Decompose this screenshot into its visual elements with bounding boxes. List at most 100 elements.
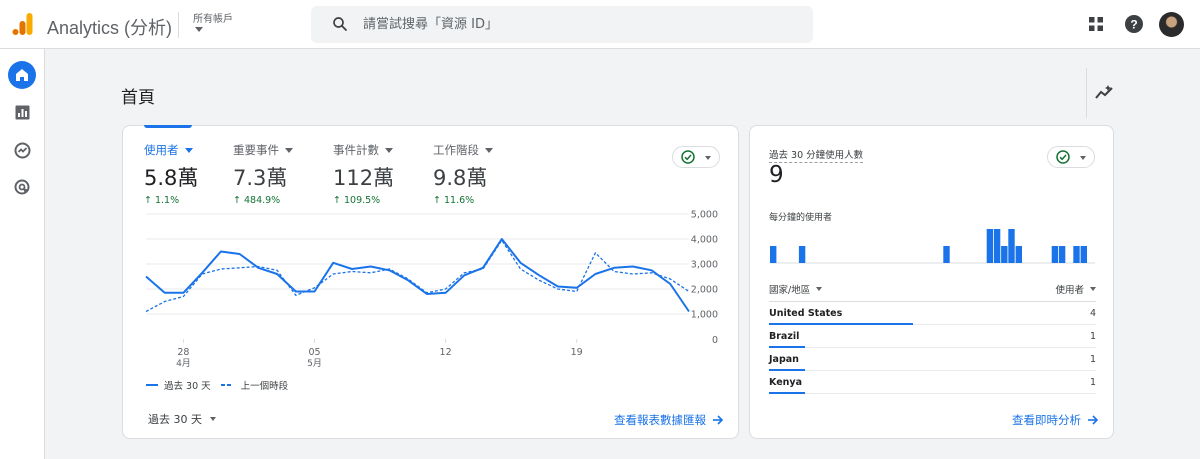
active-metric-indicator xyxy=(144,125,192,128)
arrow-up-icon: ↑ xyxy=(333,195,344,206)
country-name: Brazil xyxy=(769,330,800,342)
chevron-down-icon xyxy=(1090,286,1096,291)
series-line-current xyxy=(145,238,690,313)
minute-bar xyxy=(798,246,806,263)
minute-bar xyxy=(1058,246,1066,263)
x-tick-month: 4月 xyxy=(176,358,191,369)
top-bar: Analytics (分析) 所有帳戶 ? xyxy=(0,0,1200,49)
column-users[interactable]: 使用者 xyxy=(1055,282,1096,296)
app-title[interactable]: Analytics (分析) xyxy=(47,14,172,40)
home-icon xyxy=(16,69,28,81)
view-reports-link[interactable]: 查看報表數據匯報 xyxy=(614,412,724,428)
view-realtime-link[interactable]: 查看即時分析 xyxy=(1012,412,1099,428)
country-name: Kenya xyxy=(769,376,803,388)
metric-event-count[interactable]: 事件計數 112萬 ↑ 109.5% xyxy=(333,142,394,206)
chart-legend: 過去 30 天 上一個時段 xyxy=(146,378,288,392)
arrow-up-icon: ↑ xyxy=(433,195,444,206)
chevron-down-icon xyxy=(485,147,493,153)
explore-icon xyxy=(14,142,30,158)
date-range-select[interactable]: 過去 30 天 xyxy=(148,411,216,427)
analytics-logo-icon[interactable] xyxy=(11,12,35,36)
country-users: 1 xyxy=(1089,353,1096,365)
nav-home[interactable] xyxy=(8,61,36,89)
minute-bar xyxy=(1073,246,1080,263)
realtime-title[interactable]: 過去 30 分鐘使用人數 xyxy=(769,147,864,163)
nav-advertising[interactable] xyxy=(8,173,36,201)
per-minute-label: 每分鐘的使用者 xyxy=(769,213,833,223)
data-quality-pill[interactable] xyxy=(672,146,720,168)
chevron-down-icon xyxy=(385,147,393,153)
table-row[interactable]: United States 4 xyxy=(769,302,1096,325)
y-tick-label: 2,000 xyxy=(691,285,718,296)
view-reports-label: 查看報表數據匯報 xyxy=(614,413,706,427)
x-tick-label: 05 xyxy=(308,347,320,358)
minute-bar xyxy=(943,246,950,263)
apps-grid-icon[interactable] xyxy=(1089,17,1103,31)
x-tick-month: 5月 xyxy=(307,358,322,369)
metric-delta: 11.6% xyxy=(443,195,475,206)
series-line-previous xyxy=(145,239,690,313)
svg-text:?: ? xyxy=(1130,18,1137,32)
insights-divider xyxy=(1086,68,1087,118)
help-icon[interactable]: ? xyxy=(1125,15,1143,33)
y-tick-label: 4,000 xyxy=(691,235,718,246)
account-selector-label[interactable]: 所有帳戶 xyxy=(193,10,233,25)
nav-explore[interactable] xyxy=(8,136,36,164)
search-input[interactable] xyxy=(363,6,793,43)
arrow-right-icon xyxy=(713,415,724,425)
left-nav-rail xyxy=(0,49,45,459)
metric-delta: 484.9% xyxy=(243,195,281,206)
insights-icon[interactable] xyxy=(1095,84,1115,100)
legend-previous: 上一個時段 xyxy=(240,381,289,392)
minute-bar xyxy=(1008,229,1015,263)
metric-value: 112萬 xyxy=(333,166,395,190)
table-row[interactable]: Japan 1 xyxy=(769,348,1096,371)
minute-bar xyxy=(1001,246,1008,263)
view-realtime-label: 查看即時分析 xyxy=(1012,413,1081,427)
check-circle-icon xyxy=(1056,150,1070,164)
legend-swatch-solid xyxy=(146,384,158,386)
country-name: Japan xyxy=(769,353,799,365)
realtime-card: 過去 30 分鐘使用人數 9 每分鐘的使用者 國家/地區 使用者 United … xyxy=(749,125,1114,439)
y-tick-label: 5,000 xyxy=(691,210,718,221)
nav-reports[interactable] xyxy=(8,98,36,126)
metric-value: 7.3萬 xyxy=(233,166,288,190)
metric-sessions[interactable]: 工作階段 9.8萬 ↑ 11.6% xyxy=(433,142,493,206)
chevron-down-icon xyxy=(285,147,293,153)
share-bar xyxy=(769,392,805,394)
overview-card: 使用者 5.8萬 ↑ 1.1% 重要事件 7.3萬 ↑ 484.9% 事件計數 … xyxy=(122,125,739,439)
metric-key-events[interactable]: 重要事件 7.3萬 ↑ 484.9% xyxy=(233,142,293,206)
metric-users[interactable]: 使用者 5.8萬 ↑ 1.1% xyxy=(144,142,198,206)
metric-delta: 1.1% xyxy=(154,195,180,206)
metric-value: 9.8萬 xyxy=(433,166,488,190)
avatar[interactable] xyxy=(1159,12,1184,37)
header-divider xyxy=(178,12,179,38)
metric-label: 工作階段 xyxy=(433,143,479,157)
x-tick-label: 19 xyxy=(571,347,583,358)
search-bar[interactable] xyxy=(311,6,813,43)
column-users-label: 使用者 xyxy=(1055,284,1084,296)
account-selector-caret-icon[interactable] xyxy=(195,27,203,32)
minute-bar xyxy=(993,229,1001,263)
y-tick-label: 3,000 xyxy=(691,260,718,271)
metric-label: 使用者 xyxy=(144,143,179,157)
table-row[interactable]: Kenya 1 xyxy=(769,371,1096,394)
legend-swatch-dashed xyxy=(220,384,235,386)
x-tick-label: 28 xyxy=(177,347,189,358)
realtime-quality-pill[interactable] xyxy=(1047,146,1095,168)
minute-bar xyxy=(1080,246,1087,263)
minute-bar xyxy=(1015,246,1022,263)
metric-label: 重要事件 xyxy=(233,143,279,157)
per-minute-bar-chart xyxy=(770,229,1095,264)
check-circle-icon xyxy=(681,150,695,164)
country-name: United States xyxy=(769,307,843,319)
legend-current: 過去 30 天 xyxy=(164,381,211,392)
metric-label: 事件計數 xyxy=(333,143,379,157)
reports-icon xyxy=(15,105,29,119)
country-table: 國家/地區 使用者 United States 4 Brazil 1 Japan… xyxy=(769,276,1096,394)
arrow-right-icon xyxy=(1088,415,1099,425)
column-country[interactable]: 國家/地區 xyxy=(769,282,823,296)
table-row[interactable]: Brazil 1 xyxy=(769,325,1096,348)
search-icon xyxy=(333,17,347,31)
advertising-icon xyxy=(14,179,29,194)
